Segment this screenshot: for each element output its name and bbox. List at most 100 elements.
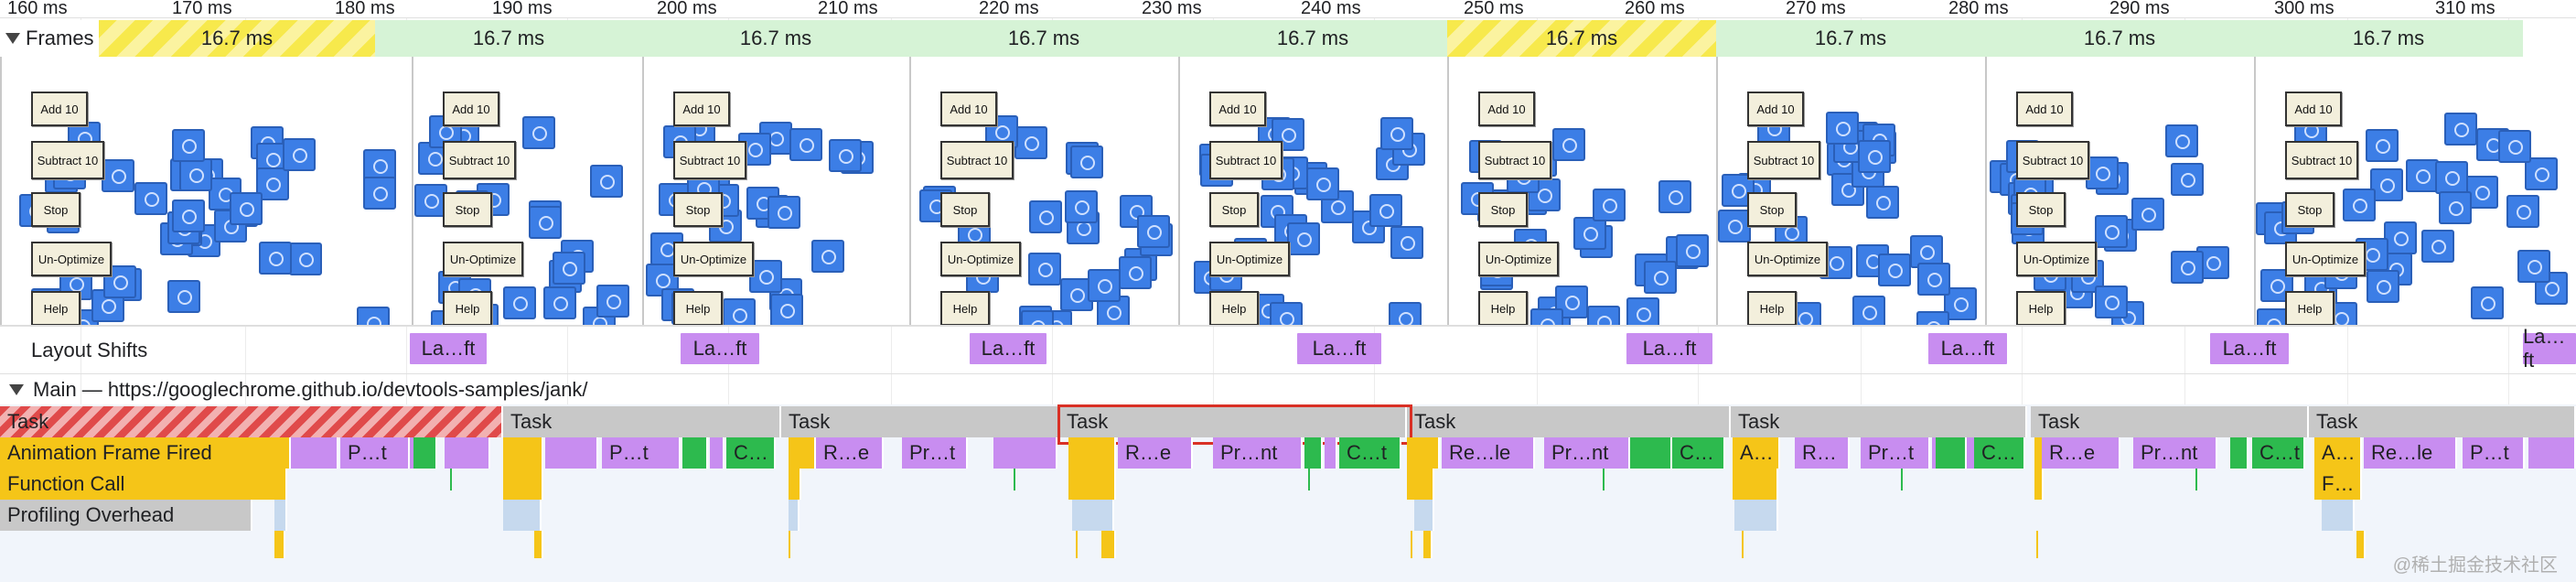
paint-event[interactable]: C…t xyxy=(1339,437,1401,469)
script-event[interactable] xyxy=(2356,531,2366,558)
time-ruler[interactable]: 160 ms 170 ms 180 ms 190 ms 200 ms 210 m… xyxy=(0,0,2576,18)
render-event[interactable]: Re…le xyxy=(1442,437,1535,469)
render-event[interactable]: Pr…nt xyxy=(1213,437,1303,469)
paint-event[interactable]: C… xyxy=(1672,437,1725,469)
render-event[interactable]: R…e xyxy=(2042,437,2120,469)
blueish-event[interactable] xyxy=(1414,500,1434,531)
blueish-event[interactable] xyxy=(789,500,800,531)
render-event[interactable]: R…e xyxy=(816,437,884,469)
collapse-triangle-icon[interactable] xyxy=(5,33,20,44)
render-event[interactable]: P…t xyxy=(602,437,681,469)
blueish-event[interactable] xyxy=(1072,500,1114,531)
script-event[interactable]: A… xyxy=(1733,437,1780,469)
render-event[interactable]: P…t xyxy=(2463,437,2525,469)
script-event[interactable] xyxy=(503,437,543,469)
screenshot-thumbnail[interactable]: Add 10 Subtract 10 Stop Un-Optimize Help xyxy=(412,57,644,325)
screenshot-thumbnail[interactable]: Add 10 Subtract 10 Stop Un-Optimize Help xyxy=(0,57,413,325)
task-bar[interactable]: Task xyxy=(503,406,781,437)
render-event[interactable] xyxy=(545,437,598,469)
task-bar[interactable]: Task xyxy=(1731,406,2027,437)
render-event[interactable] xyxy=(1325,437,1337,469)
collapse-triangle-icon[interactable] xyxy=(9,384,24,395)
script-event[interactable] xyxy=(1068,437,1116,469)
script-event[interactable] xyxy=(274,531,285,558)
script-event[interactable] xyxy=(1101,531,1116,558)
render-event[interactable]: R…e xyxy=(1118,437,1193,469)
render-event[interactable]: Re…le xyxy=(2364,437,2457,469)
script-event[interactable] xyxy=(789,437,816,469)
frames-track-header[interactable]: Frames xyxy=(0,20,99,57)
render-event[interactable] xyxy=(710,437,724,469)
frame-bar[interactable]: 16.7 ms xyxy=(99,20,377,57)
frame-bar[interactable]: 16.7 ms xyxy=(375,20,644,57)
layout-shift-event[interactable]: La…ft xyxy=(410,333,487,364)
screenshot-thumbnail[interactable]: Add 10 Subtract 10 Stop Un-Optimize Help xyxy=(2254,57,2576,325)
function-call-event[interactable] xyxy=(789,469,801,500)
frame-bar[interactable]: 16.7 ms xyxy=(909,20,1180,57)
screenshot-thumbnail[interactable]: Add 10 Subtract 10 Stop Un-Optimize Help xyxy=(642,57,911,325)
screenshot-thumbnail[interactable]: Add 10 Subtract 10 Stop Un-Optimize Help xyxy=(1447,57,1718,325)
render-event[interactable] xyxy=(291,437,338,469)
render-event[interactable]: P…t xyxy=(340,437,410,469)
main-track-header[interactable]: Main — https://googlechrome.github.io/de… xyxy=(0,375,588,404)
layout-shift-event[interactable]: La…ft xyxy=(2523,325,2576,372)
frame-bar[interactable]: 16.7 ms xyxy=(642,20,911,57)
paint-event[interactable] xyxy=(682,437,708,469)
animation-frame-fired-event[interactable]: Animation Frame Fired xyxy=(0,437,291,469)
frame-bar[interactable]: 16.7 ms xyxy=(2254,20,2525,57)
screenshot-thumbnail[interactable]: Add 10 Subtract 10 Stop Un-Optimize Help xyxy=(1985,57,2256,325)
function-call-event[interactable] xyxy=(1407,469,1434,500)
render-event[interactable] xyxy=(445,437,490,469)
script-event[interactable] xyxy=(1423,531,1433,558)
screenshot-thumbnail[interactable]: Add 10 Subtract 10 Stop Un-Optimize Help xyxy=(909,57,1180,325)
function-call-event[interactable] xyxy=(2034,469,2044,500)
paint-event[interactable] xyxy=(1304,437,1323,469)
task-bar[interactable]: Task xyxy=(2031,406,2309,437)
task-bar-long[interactable]: Task xyxy=(0,406,503,437)
frame-bar[interactable]: 16.7 ms xyxy=(1985,20,2256,57)
paint-event[interactable] xyxy=(413,437,437,469)
task-bar[interactable]: Task xyxy=(2309,406,2576,437)
frame-bar[interactable]: 16.7 ms xyxy=(1447,20,1718,57)
function-call-event[interactable]: Function Call xyxy=(0,469,287,500)
screenshot-thumbnail[interactable]: Add 10 Subtract 10 Stop Un-Optimize Help xyxy=(1178,57,1449,325)
blueish-event[interactable] xyxy=(503,500,542,531)
layout-shift-event[interactable]: La…ft xyxy=(681,333,759,364)
render-event[interactable]: Pr…nt xyxy=(1544,437,1630,469)
layout-shift-event[interactable]: La…ft xyxy=(1297,333,1381,364)
paint-event[interactable] xyxy=(1630,437,1672,469)
blueish-event[interactable] xyxy=(1734,500,1778,531)
frame-bar[interactable]: 16.7 ms xyxy=(1178,20,1449,57)
layout-shift-event[interactable]: La…ft xyxy=(1928,333,2007,364)
flame-chart[interactable]: Task Task Task Task Task Task Task Task … xyxy=(0,404,2576,582)
render-event[interactable] xyxy=(993,437,1057,469)
screenshot-filmstrip[interactable]: Add 10 Subtract 10 Stop Un-Optimize Help Add … xyxy=(0,57,2576,326)
function-call-event[interactable] xyxy=(1733,469,1778,500)
profiling-overhead-event[interactable]: Profiling Overhead xyxy=(0,500,252,531)
render-event[interactable] xyxy=(2528,437,2576,469)
function-call-event[interactable]: F… xyxy=(2314,469,2362,500)
frames-track[interactable]: 16.7 ms 16.7 ms 16.7 ms 16.7 ms 16.7 ms … xyxy=(0,20,2576,57)
paint-event[interactable]: C… xyxy=(726,437,776,469)
function-call-event[interactable] xyxy=(503,469,543,500)
screenshot-thumbnail[interactable]: Add 10 Subtract 10 Stop Un-Optimize Help xyxy=(1716,57,1987,325)
render-event[interactable]: Pr…t xyxy=(1861,437,1930,469)
blueish-event[interactable] xyxy=(2322,500,2355,531)
render-event[interactable]: Pr…t xyxy=(902,437,968,469)
paint-event[interactable] xyxy=(2230,437,2249,469)
function-call-event[interactable] xyxy=(1068,469,1116,500)
paint-event[interactable] xyxy=(1936,437,1967,469)
render-event[interactable]: R… xyxy=(1795,437,1850,469)
layout-shift-event[interactable]: La…ft xyxy=(970,333,1046,364)
frame-bar[interactable]: 16.7 ms xyxy=(1716,20,1987,57)
task-bar[interactable]: Task xyxy=(781,406,1059,437)
script-event[interactable] xyxy=(1407,437,1440,469)
paint-event[interactable]: C… xyxy=(1974,437,2025,469)
render-event[interactable]: Pr…nt xyxy=(2133,437,2217,469)
task-bar[interactable]: Task xyxy=(1407,406,1731,437)
layout-shift-event[interactable]: La…ft xyxy=(1626,333,1712,364)
layout-shift-event[interactable]: La…ft xyxy=(2210,333,2289,364)
blueish-event[interactable] xyxy=(274,500,287,531)
script-event[interactable]: A… xyxy=(2314,437,2362,469)
script-event[interactable] xyxy=(534,531,543,558)
